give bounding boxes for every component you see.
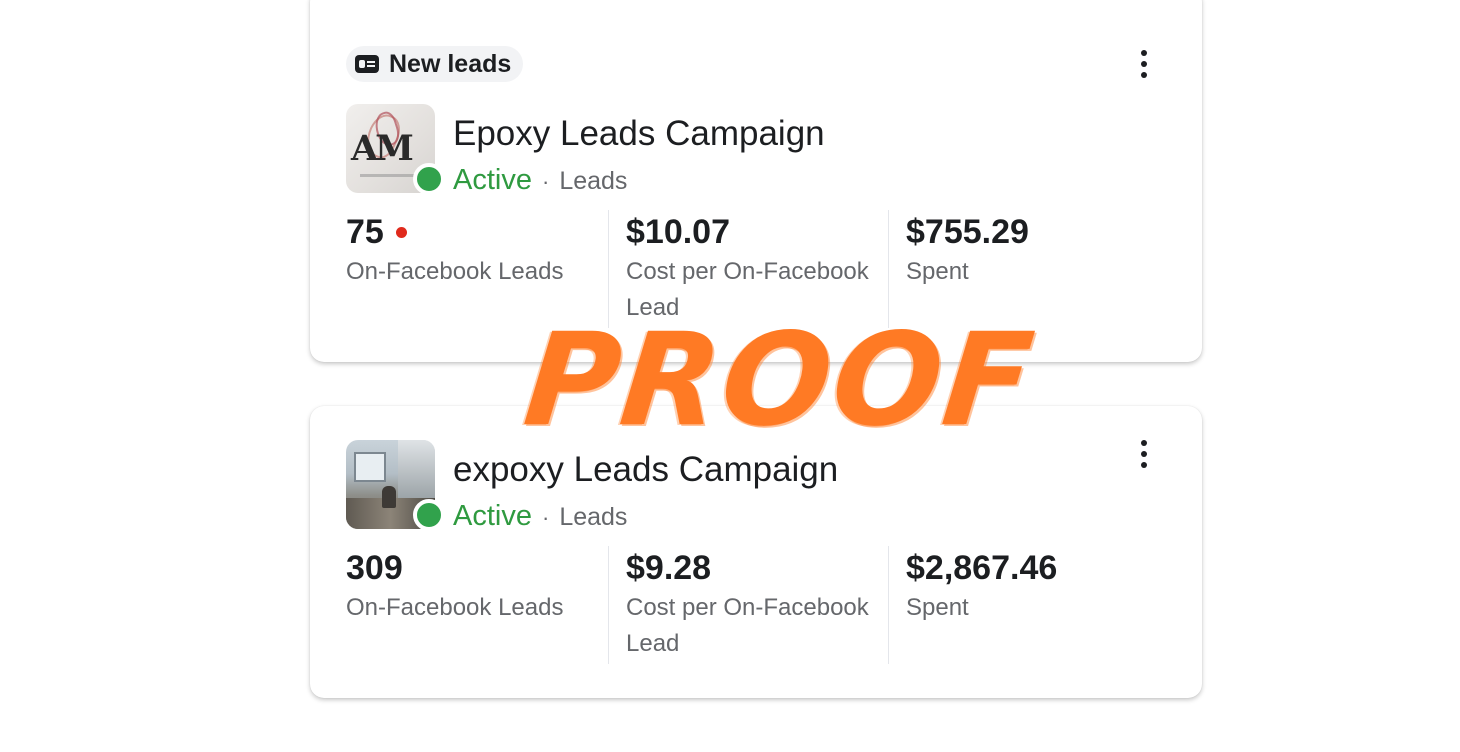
leads-value: 75 bbox=[346, 212, 384, 251]
more-options-icon[interactable] bbox=[1130, 44, 1158, 84]
campaign-thumbnail bbox=[346, 440, 445, 531]
new-leads-badge: New leads bbox=[346, 46, 524, 82]
cost-value: $9.28 bbox=[626, 548, 712, 587]
campaign-name[interactable]: expoxy Leads Campaign bbox=[453, 450, 838, 490]
proof-overlay-text: PROOF bbox=[518, 306, 1042, 455]
cost-value: $10.07 bbox=[626, 212, 730, 251]
separator: · bbox=[541, 169, 550, 194]
lead-form-icon bbox=[355, 55, 379, 73]
objective-text: Leads bbox=[559, 167, 628, 195]
badge-label: New leads bbox=[389, 49, 512, 78]
spent-value: $2,867.46 bbox=[906, 548, 1058, 587]
spent-value: $755.29 bbox=[906, 212, 1029, 251]
separator: · bbox=[541, 505, 550, 530]
logo-text: AM bbox=[351, 128, 414, 169]
objective-text: Leads bbox=[559, 503, 628, 531]
active-status-dot bbox=[413, 499, 445, 531]
leads-label: On-Facebook Leads bbox=[346, 594, 564, 621]
new-activity-dot bbox=[395, 226, 407, 238]
spent-label: Spent bbox=[906, 594, 969, 621]
spent-label: Spent bbox=[906, 258, 969, 285]
leads-label: On-Facebook Leads bbox=[346, 258, 564, 285]
leads-value: 309 bbox=[346, 548, 403, 587]
status-line: Active · Leads bbox=[453, 164, 627, 197]
metric-cost-per-lead: $9.28 Cost per On-Facebook Lead bbox=[608, 546, 889, 664]
metric-spent: $2,867.46 Spent bbox=[888, 546, 1159, 664]
status-text: Active bbox=[453, 164, 532, 196]
status-text: Active bbox=[453, 500, 532, 532]
cost-label: Cost per On-Facebook Lead bbox=[626, 594, 869, 657]
status-line: Active · Leads bbox=[453, 500, 627, 533]
metrics-row: 309 On-Facebook Leads $9.28 Cost per On-… bbox=[346, 546, 1166, 670]
more-options-icon[interactable] bbox=[1130, 434, 1158, 474]
campaign-name[interactable]: Epoxy Leads Campaign bbox=[453, 114, 825, 154]
campaign-thumbnail: AM bbox=[346, 104, 445, 195]
metric-leads: 309 On-Facebook Leads bbox=[346, 546, 608, 664]
active-status-dot bbox=[413, 163, 445, 195]
